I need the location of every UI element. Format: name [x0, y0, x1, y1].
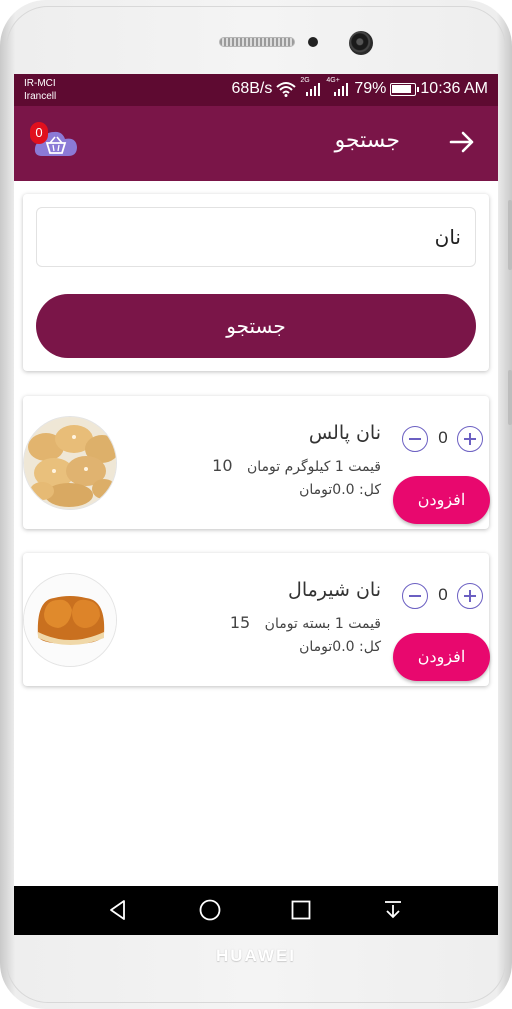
product-total: کل: 0.0تومان — [299, 482, 381, 498]
quantity-stepper: 0 — [402, 583, 484, 609]
cart-button[interactable]: 0 — [28, 120, 80, 164]
search-card: جستجو — [23, 194, 489, 371]
quantity-value: 0 — [438, 428, 448, 447]
power-button — [508, 370, 512, 425]
screen: IR-MCI Irancell 68B/s 2G 4G+ 79% 10:36 A… — [14, 74, 498, 935]
status-icons: 68B/s 2G 4G+ 79% 10:36 AM — [231, 77, 488, 98]
minus-icon — [409, 595, 421, 597]
nav-home-icon[interactable] — [198, 898, 222, 922]
product-image — [23, 573, 117, 667]
wifi-icon — [276, 82, 297, 97]
clock: 10:36 AM — [420, 80, 488, 97]
signal-4g-icon: 4G+ — [326, 77, 350, 97]
price-text: قیمت 1 کیلوگرم تومان — [246, 459, 381, 475]
nav-back-icon[interactable] — [106, 898, 130, 922]
product-name: نان شیرمال — [288, 579, 381, 601]
carrier-name-1: IR-MCI — [24, 78, 56, 89]
product-price: قیمت 1 بسته تومان 15 — [230, 613, 381, 632]
add-to-cart-button[interactable]: افزودن — [393, 633, 490, 681]
product-card: نان پالس قیمت 1 کیلوگرم تومان 10 کل: 0.0… — [23, 396, 490, 529]
minus-icon — [409, 438, 421, 440]
price-value: 15 — [229, 613, 251, 632]
back-arrow-icon[interactable] — [448, 128, 476, 156]
carrier-name-2: Irancell — [24, 91, 57, 102]
network-speed: 68B/s — [231, 80, 273, 97]
product-name: نان پالس — [308, 422, 381, 444]
battery-icon — [390, 82, 420, 96]
proximity-sensor — [308, 37, 318, 47]
battery-percent: 79% — [354, 80, 387, 97]
price-text: قیمت 1 بسته تومان — [264, 616, 381, 632]
front-camera — [349, 31, 373, 55]
earpiece-speaker — [219, 37, 295, 47]
phone-frame: IR-MCI Irancell 68B/s 2G 4G+ 79% 10:36 A… — [0, 0, 512, 1009]
add-to-cart-button[interactable]: افزودن — [393, 476, 490, 524]
quantity-stepper: 0 — [402, 426, 484, 452]
decrease-button[interactable] — [402, 426, 428, 452]
system-nav-bar — [14, 886, 498, 935]
carrier-info: IR-MCI Irancell — [24, 77, 56, 103]
product-total: کل: 0.0تومان — [299, 639, 381, 655]
search-button[interactable]: جستجو — [36, 294, 476, 358]
device-brand-logo: HUAWEI — [216, 946, 296, 965]
increase-button[interactable] — [457, 583, 483, 609]
volume-button — [508, 200, 512, 270]
status-bar: IR-MCI Irancell 68B/s 2G 4G+ 79% 10:36 A… — [14, 74, 498, 106]
decrease-button[interactable] — [402, 583, 428, 609]
app-bar: 0 جستجو — [14, 106, 498, 181]
cart-count-badge: 0 — [30, 122, 48, 144]
product-image — [23, 416, 117, 510]
nav-notification-down-icon[interactable] — [381, 898, 405, 922]
product-card: نان شیرمال قیمت 1 بسته تومان 15 کل: 0.0ت… — [23, 553, 490, 686]
increase-button[interactable] — [457, 426, 483, 452]
search-input[interactable] — [36, 207, 476, 267]
signal-2g-icon: 2G — [300, 77, 322, 97]
quantity-value: 0 — [438, 585, 448, 604]
page-title: جستجو — [334, 128, 400, 153]
plus-icon — [464, 590, 476, 602]
price-value: 10 — [212, 456, 233, 475]
product-price: قیمت 1 کیلوگرم تومان 10 — [212, 456, 381, 475]
nav-recents-icon[interactable] — [289, 898, 313, 922]
plus-icon — [464, 433, 476, 445]
